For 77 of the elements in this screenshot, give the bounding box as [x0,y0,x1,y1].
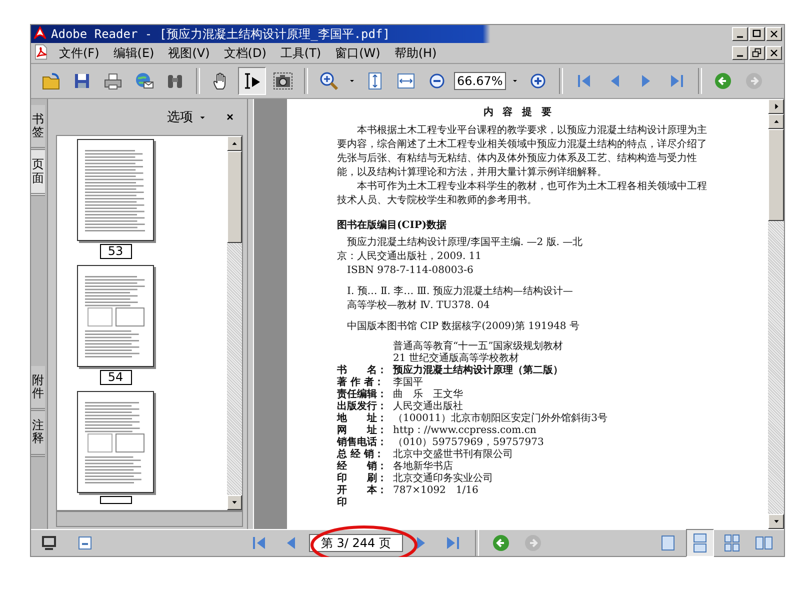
menu-item[interactable]: 文档(D) [218,44,272,62]
minimize-button[interactable] [732,46,748,60]
options-button[interactable]: 选项 [165,106,209,128]
field-value: 各地新华书店 [393,461,453,472]
field-value: 人民交通出版社 [393,401,463,412]
page-number-field[interactable]: 第 3/ 244 页 [309,534,403,552]
field-label: 地 址： [337,413,388,424]
field-label: 经 销： [337,461,388,472]
field-value: 北京中交盛世书刊有限公司 [393,449,513,460]
close-icon [768,47,780,59]
field-label: 开 本： [337,485,388,496]
window-title: Adobe Reader - [预应力混凝土结构设计原理_李国平.pdf] [51,26,390,42]
close-button[interactable] [766,27,782,41]
scrollbar-thumb[interactable] [227,151,242,243]
side-tab[interactable]: 书签 [31,105,45,150]
page-number-label: 54 [100,370,132,385]
field-value: （010）59757969，59757973 [393,437,544,448]
field-value: 李国平 [393,377,423,388]
text-line: 京：人民交通出版社，2009. 11 [337,250,483,264]
side-tab[interactable]: 注释 [31,411,45,456]
heading: 图书在版编目(CIP)数据 [337,218,448,232]
maximize-icon [751,28,763,40]
menu-item[interactable]: 文件(F) [53,44,106,62]
scrollbar[interactable] [768,99,784,529]
text-line: 21 世纪交通版高等学校教材 [393,353,520,364]
side-tab[interactable]: 附件 [31,366,45,412]
field-label: 印 [337,497,348,509]
field-label: 印 刷： [337,473,388,484]
text-line: Ⅰ. 预… Ⅱ. 李… Ⅲ. 预应力混凝土结构—结构设计— [346,285,574,299]
field-label: 著 作 者： [337,377,385,388]
menu-item[interactable]: 编辑(E) [107,44,160,62]
field-value: 预应力混凝土结构设计原理（第二版） [393,365,563,376]
field-label: 网 址： [337,425,388,436]
continuous-page-icon[interactable] [686,529,714,557]
page-thumbnail[interactable] [77,265,154,367]
text-line: 普通高等教育“十一五”国家级规划教材 [393,341,564,352]
scrollbar-thumb[interactable] [768,129,784,221]
heading: 内 容 提 要 [483,105,552,119]
close-icon [225,112,235,122]
pdf-document-icon [33,44,49,60]
page-thumbnail[interactable] [77,391,154,493]
horizontal-scrollbar[interactable] [56,511,243,527]
field-label: 销售电话： [337,437,388,448]
minimize-icon [737,55,743,57]
page-thumbnail[interactable] [77,139,154,241]
text-line: ISBN 978-7-114-08003-6 [346,264,474,278]
text-line: 预应力混凝土结构设计原理/李国平主编. —2 版. —北 [346,236,584,250]
side-tab[interactable]: 页面 [31,150,45,196]
paragraph: 本书根据土木工程专业平台课程的教学要求，以预应力混凝土结构设计原理为主要内容，综合阐述了土木工程专业相关领域中预应力混凝土结构的特点，详尽介绍了先张与后张、有粘结与无粘结、体内及体外预应力体系及工艺、结构构造与受力性能，以及结构计算理论和方法，并用大量计算示例详细解释。 [337,124,708,180]
paragraph: 本书可作为土木工程专业本科学生的教材，也可作为土木工程各相关领域中工程技术人员、大专院校学生和教师的参考用书。 [337,180,708,208]
minimize-icon [737,36,743,38]
restore-icon [751,47,763,59]
menu-item[interactable]: 工具(T) [274,44,328,62]
text-cursor-icon[interactable] [238,67,266,95]
menu-item[interactable]: 帮助(H) [388,44,443,62]
close-button[interactable] [766,46,782,60]
field-value: http：//www.ccpress.com.cn [393,425,536,437]
field-value: 曲 乐 王文华 [393,389,463,400]
field-label: 总 经 销： [337,449,385,460]
field-label: 出版发行： [337,401,388,412]
menu-item[interactable]: 窗口(W) [329,44,386,62]
menu-item[interactable]: 视图(V) [162,44,216,62]
field-value: （100011）北京市朝阳区安定门外外馆斜街3号 [393,413,608,425]
text-line: 中国版本图书馆 CIP 数据核字(2009)第 191948 号 [346,320,580,334]
text-line: 高等学校—教材 Ⅳ. TU378. 04 [346,299,491,313]
app-logo-icon [33,26,47,40]
zoom-field[interactable]: 66.67% [454,72,506,90]
minimize-button[interactable] [732,27,748,41]
field-value: 787×1092 1/16 [393,485,478,497]
field-label: 责任编辑： [337,389,388,400]
field-value: 北京交通印务实业公司 [393,473,493,485]
field-label: 书 名： [337,365,388,376]
maximize-button[interactable] [749,27,765,41]
restore-button[interactable] [749,46,765,60]
scrollbar[interactable] [227,136,242,510]
close-icon [768,28,780,40]
page-number-label: 53 [100,244,132,259]
